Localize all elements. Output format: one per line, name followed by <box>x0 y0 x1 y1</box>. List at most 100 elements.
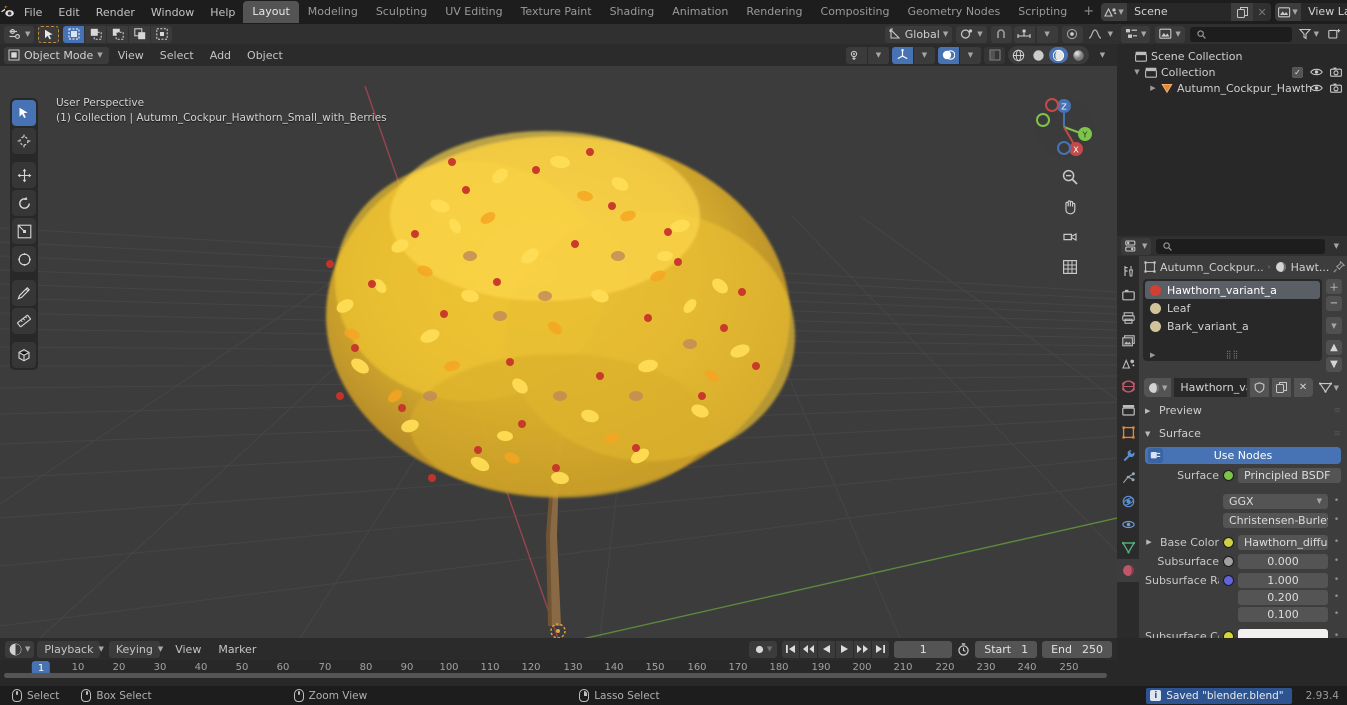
tree-object[interactable] <box>0 66 1117 638</box>
prop-value-subsurface[interactable]: 0.000 <box>1238 553 1328 569</box>
object-type-visibility-icon[interactable] <box>846 46 867 64</box>
breadcrumb-object[interactable]: Autumn_Cockpur... <box>1144 261 1264 274</box>
unlink-scene-button[interactable]: ✕ <box>1253 3 1272 21</box>
material-name-field[interactable]: Hawthorn_varia... <box>1174 378 1247 397</box>
outliner-filter-button[interactable]: ▼ <box>1297 26 1321 43</box>
outliner-panel[interactable]: Scene Collection ▼ Collection ✓ ▶ Autumn… <box>1117 44 1347 236</box>
extend-select-icon[interactable] <box>85 25 107 43</box>
properties-editor[interactable]: ▼ ▼ Autumn_Cockpur... › Hawt... Hawthorn… <box>1117 236 1347 638</box>
gizmo-dropdown[interactable]: ▼ <box>914 46 935 64</box>
start-frame-value[interactable]: 1 <box>1021 643 1028 656</box>
animate-dot-subsurface[interactable]: • <box>1332 556 1341 566</box>
properties-editor-type-dropdown[interactable]: ▼ <box>1121 237 1152 255</box>
tool-settings-editor-menu[interactable]: ▼ <box>4 25 35 43</box>
play-reverse-icon[interactable] <box>818 640 836 658</box>
prop-value-base-color[interactable]: Hawthorn_diffuse.... <box>1238 534 1328 550</box>
snap-dropdown[interactable]: ▼ <box>1036 25 1058 43</box>
outliner-row-scene-collection[interactable]: Scene Collection <box>1117 48 1347 64</box>
material-slot-list[interactable]: Hawthorn_variant_a Leaf Bark_variant_a ▶… <box>1143 279 1322 361</box>
properties-tab-collection[interactable] <box>1117 398 1139 421</box>
stopwatch-icon[interactable] <box>957 642 970 656</box>
viewport-menu-add[interactable]: Add <box>203 47 238 64</box>
socket-subsurface-radius[interactable] <box>1223 574 1234 586</box>
end-frame-value[interactable]: 250 <box>1082 643 1103 656</box>
viewport-menu-select[interactable]: Select <box>153 47 201 64</box>
end-frame-field[interactable]: End 250 <box>1042 640 1112 658</box>
blender-logo-icon[interactable] <box>0 0 16 24</box>
transform-tool-button[interactable] <box>12 246 36 272</box>
overlays-icon[interactable] <box>938 46 959 64</box>
timeline-menu-playback[interactable]: Playback <box>37 640 101 658</box>
new-scene-button[interactable] <box>1231 3 1254 21</box>
socket-subsurface[interactable] <box>1223 555 1234 567</box>
remove-material-slot-button[interactable]: − <box>1326 296 1342 311</box>
overlays-dropdown[interactable]: ▼ <box>960 46 981 64</box>
current-frame-field[interactable]: 1 <box>894 640 953 658</box>
snap-magnet-icon[interactable] <box>990 25 1012 43</box>
animate-dot-subsurface-method[interactable]: • <box>1332 515 1341 525</box>
tab-uv-editing[interactable]: UV Editing <box>436 1 511 23</box>
material-slot-specials-button[interactable]: ▼ <box>1326 317 1342 334</box>
invert-select-icon[interactable] <box>129 25 151 43</box>
camera-render-icon[interactable] <box>1330 83 1342 93</box>
rendered-icon[interactable] <box>1069 47 1088 63</box>
menu-render[interactable]: Render <box>88 3 143 22</box>
outliner-row-collection[interactable]: ▼ Collection ✓ <box>1117 64 1347 80</box>
annotate-tool-button[interactable] <box>12 280 36 306</box>
socket-subsurface-color[interactable] <box>1223 630 1234 638</box>
outliner-search-input[interactable] <box>1189 26 1292 42</box>
fake-user-button[interactable] <box>1249 378 1269 397</box>
scene-name[interactable]: Scene <box>1127 3 1232 21</box>
auto-keying-toggle[interactable]: ▼ <box>748 640 778 658</box>
gizmo-icon[interactable] <box>892 46 913 64</box>
timeline-horizontal-scrollbar[interactable] <box>4 673 1107 678</box>
properties-tab-material[interactable] <box>1117 559 1139 582</box>
browse-material-button[interactable]: ▼ <box>1144 378 1172 397</box>
tab-geometry-nodes[interactable]: Geometry Nodes <box>898 1 1009 23</box>
wireframe-icon[interactable] <box>1009 47 1028 63</box>
animate-dot-distribution[interactable]: • <box>1332 496 1341 506</box>
viewport-canvas[interactable]: User Perspective (1) Collection | Autumn… <box>0 66 1117 638</box>
outliner-row-object[interactable]: ▶ Autumn_Cockpur_Hawth <box>1117 80 1347 96</box>
viewport-menu-object[interactable]: Object <box>240 47 290 64</box>
grid-ortho-icon[interactable] <box>1059 256 1081 278</box>
animate-dot-radius-z[interactable]: • <box>1332 609 1341 619</box>
xray-icon[interactable] <box>984 46 1005 64</box>
surface-expand-triangle[interactable]: ▼ <box>1145 430 1153 438</box>
eye-icon[interactable] <box>1310 83 1323 93</box>
socket-base-color[interactable] <box>1223 536 1234 548</box>
viewport-menu-view[interactable]: View <box>111 47 151 64</box>
menu-file[interactable]: File <box>16 3 50 22</box>
jump-start-icon[interactable] <box>782 640 800 658</box>
material-slot-list-resize-grip[interactable]: ▶ ⣿⣿ <box>1143 350 1322 359</box>
material-link-dropdown[interactable]: ▼ <box>1316 378 1342 397</box>
proportional-edit-icon[interactable] <box>1061 25 1083 43</box>
breadcrumb-material[interactable]: Hawt... <box>1275 261 1329 274</box>
properties-options-chevron[interactable]: ▼ <box>1330 242 1343 250</box>
properties-tab-modifiers[interactable] <box>1117 444 1139 467</box>
menu-help[interactable]: Help <box>202 3 243 22</box>
tab-layout[interactable]: Layout <box>243 1 299 23</box>
base-color-expand-triangle[interactable]: ▶ <box>1145 538 1153 546</box>
eye-icon[interactable] <box>1310 67 1323 77</box>
view-layer-name[interactable]: View Layer <box>1301 3 1347 21</box>
tweak-tool-button[interactable] <box>12 100 36 126</box>
properties-tab-scene[interactable] <box>1117 352 1139 375</box>
solid-icon[interactable] <box>1029 47 1048 63</box>
timeline-menu-view[interactable]: View <box>168 641 208 658</box>
properties-tab-render[interactable] <box>1117 283 1139 306</box>
animate-dot-radius-y[interactable]: • <box>1332 592 1341 602</box>
jump-end-icon[interactable] <box>872 640 890 658</box>
subtract-select-icon[interactable] <box>107 25 129 43</box>
menu-window[interactable]: Window <box>143 3 202 22</box>
measure-tool-button[interactable] <box>12 308 36 334</box>
material-slot-1[interactable]: Leaf <box>1145 299 1320 317</box>
panel-preview[interactable]: ▶ Preview ≡ <box>1139 401 1347 420</box>
3d-viewport[interactable]: Object Mode ▼ View Select Add Object ▼ ▼… <box>0 44 1117 638</box>
timeline-editor[interactable]: ▼ Playback ▼ Keying ▼ View Marker ▼ 1 St… <box>0 638 1117 693</box>
tab-modeling[interactable]: Modeling <box>299 1 367 23</box>
add-workspace-button[interactable]: + <box>1076 3 1101 21</box>
intersect-select-icon[interactable] <box>151 25 173 43</box>
properties-tab-tool[interactable] <box>1117 260 1139 283</box>
move-slot-up-button[interactable]: ▲ <box>1326 340 1342 355</box>
